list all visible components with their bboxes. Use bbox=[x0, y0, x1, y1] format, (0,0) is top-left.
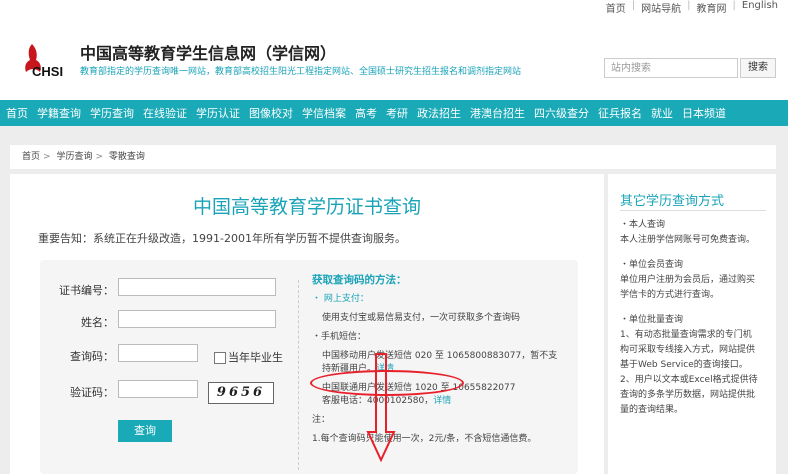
note-label: 注： bbox=[312, 415, 331, 425]
nav-item-image-check[interactable]: 图像校对 bbox=[249, 105, 293, 121]
side-panel: 其它学历查询方式 ・本人查询 本人注册学信网账号可免费查询。 ・单位会员查询 单… bbox=[608, 174, 776, 474]
top-utility-bar: 首页 | 网站导航 | 教育网 | English bbox=[0, 0, 788, 15]
nav-item-kaoyan[interactable]: 考研 bbox=[386, 105, 408, 121]
nav-item-cet-score[interactable]: 四六级查分 bbox=[534, 105, 589, 121]
side-item-batch-body-4: 2、用户以文本或Excel格式提供待 bbox=[620, 375, 758, 385]
side-item-personal-body: 本人注册学信网账号可免费查询。 bbox=[620, 235, 756, 245]
captcha-image[interactable]: 9656 bbox=[208, 382, 274, 404]
form-divider bbox=[298, 280, 299, 470]
nav-item-enrollment-query[interactable]: 学籍查询 bbox=[37, 105, 81, 121]
side-item-batch-body-5: 查询的多条学历数据，网站提供批 bbox=[620, 390, 756, 400]
toplink-edu[interactable]: 教育网 bbox=[697, 0, 727, 15]
note-1: 1.每个查询码只能使用一次，2元/条，不含短信通信费。 bbox=[312, 434, 537, 444]
nav-item-hkmt-enroll[interactable]: 港澳台招生 bbox=[470, 105, 525, 121]
nav-item-jobs[interactable]: 就业 bbox=[651, 105, 673, 121]
nav-item-military[interactable]: 征兵报名 bbox=[598, 105, 642, 121]
main-panel: 中国高等教育学历证书查询 重要告知：系统正在升级改造，1991-2001年所有学… bbox=[10, 174, 604, 474]
logo-text: CHSI bbox=[32, 64, 64, 79]
breadcrumb-degree-query[interactable]: 学历查询 bbox=[56, 152, 92, 162]
nav-item-degree-query[interactable]: 学历查询 bbox=[90, 105, 134, 121]
name-input[interactable] bbox=[118, 310, 276, 328]
query-code-label: 查询码： bbox=[70, 350, 114, 363]
side-item-member-head: ・单位会员查询 bbox=[620, 260, 684, 270]
main-nav: 首页 学籍查询 学历查询 在线验证 学历认证 图像校对 学信档案 高考 考研 政… bbox=[0, 100, 788, 126]
verify-code-label: 验证码： bbox=[70, 386, 114, 399]
nav-item-certification[interactable]: 学历认证 bbox=[196, 105, 240, 121]
site-subtitle: 教育部指定的学历查询唯一网站，教育部高校招生阳光工程指定网站、全国硕士研究生招生… bbox=[80, 67, 522, 77]
search-button[interactable]: 搜索 bbox=[740, 58, 776, 78]
name-label: 姓名： bbox=[81, 316, 114, 329]
current-graduate-label: 当年毕业生 bbox=[228, 351, 283, 364]
hotline-detail-link[interactable]: 详情 bbox=[433, 396, 451, 406]
toplink-english[interactable]: English bbox=[742, 0, 778, 15]
query-code-input[interactable] bbox=[118, 344, 198, 362]
howto-title: 获取查询码的方法： bbox=[312, 274, 407, 286]
current-graduate-checkbox[interactable] bbox=[214, 352, 226, 364]
side-title: 其它学历查询方式 bbox=[620, 194, 725, 209]
toplink-sitemap[interactable]: 网站导航 bbox=[641, 0, 681, 15]
mobile-sms-line: 中国移动用户发送短信 020 至 1065800883077，暂不支 bbox=[322, 351, 558, 361]
breadcrumb-home[interactable]: 首页 bbox=[22, 152, 40, 162]
toplink-home[interactable]: 首页 bbox=[606, 0, 626, 15]
side-item-batch-body-1: 1、有动态批量查询需求的专门机 bbox=[620, 330, 752, 340]
online-pay-link[interactable]: ・ 网上支付： bbox=[312, 294, 369, 304]
nav-item-gaokao[interactable]: 高考 bbox=[355, 105, 377, 121]
sms-label: ・手机短信： bbox=[312, 332, 367, 342]
cert-number-label: 证书编号： bbox=[59, 284, 114, 297]
nav-item-japan[interactable]: 日本频道 bbox=[682, 105, 726, 121]
side-divider bbox=[620, 210, 766, 211]
breadcrumb: 首页 > 学历查询 > 零散查询 bbox=[10, 145, 776, 169]
site-search-input[interactable]: 站内搜索 bbox=[604, 58, 738, 78]
important-notice: 重要告知：系统正在升级改造，1991-2001年所有学历暂不提供查询服务。 bbox=[38, 232, 406, 245]
site-title: 中国高等教育学生信息网（学信网） bbox=[80, 44, 337, 63]
query-form: 证书编号： 姓名： 查询码： 当年毕业生 验证码： 9656 查询 获取查询码的… bbox=[40, 260, 578, 474]
side-item-batch-body-2: 构可采取专线接入方式，网站提供 bbox=[620, 345, 756, 355]
side-item-batch-body-6: 量的查询结果。 bbox=[620, 405, 684, 415]
side-item-batch-head: ・单位批量查询 bbox=[620, 315, 684, 325]
breadcrumb-current: 零散查询 bbox=[108, 152, 145, 162]
annotation-arrow-icon bbox=[366, 353, 396, 462]
online-pay-desc: 使用支付宝或易信易支付，一次可获取多个查询码 bbox=[322, 313, 521, 323]
nav-item-home[interactable]: 首页 bbox=[6, 105, 28, 121]
side-item-member-body-2: 学信卡的方式进行查询。 bbox=[620, 290, 720, 300]
nav-item-online-verify[interactable]: 在线验证 bbox=[143, 105, 187, 121]
side-item-batch-body-3: 基于Web Service的查询接口。 bbox=[620, 360, 748, 370]
side-item-member-body-1: 单位用户注册为会员后，通过购买 bbox=[620, 275, 756, 285]
query-submit-button[interactable]: 查询 bbox=[118, 420, 172, 442]
cert-number-input[interactable] bbox=[118, 278, 276, 296]
page-title: 中国高等教育学历证书查询 bbox=[192, 196, 421, 218]
chsi-logo[interactable]: CHSI bbox=[10, 42, 74, 88]
verify-code-input[interactable] bbox=[118, 380, 198, 398]
site-header: CHSI 中国高等教育学生信息网（学信网） 教育部指定的学历查询唯一网站，教育部… bbox=[0, 14, 788, 100]
howto-panel: 获取查询码的方法： ・ 网上支付： 使用支付宝或易信易支付，一次可获取多个查询码… bbox=[312, 274, 574, 446]
side-item-personal-head: ・本人查询 bbox=[620, 220, 666, 230]
nav-item-archive[interactable]: 学信档案 bbox=[302, 105, 346, 121]
nav-item-law-enroll[interactable]: 政法招生 bbox=[417, 105, 461, 121]
